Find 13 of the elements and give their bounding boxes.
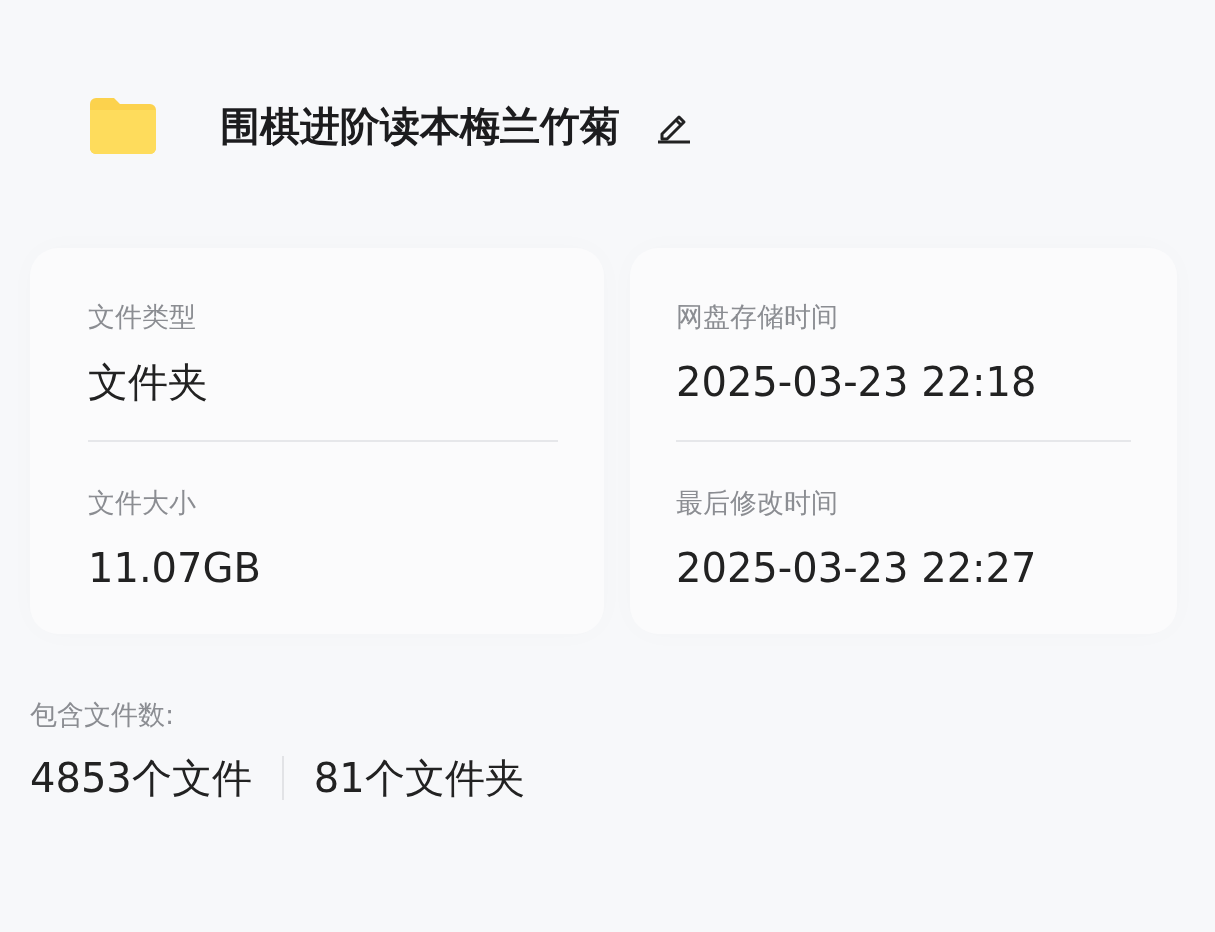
field-label: 文件类型 (88, 300, 197, 334)
field-value: 2025-03-23 22:18 (676, 358, 1038, 407)
field-label: 文件大小 (88, 486, 197, 520)
folder-icon (90, 98, 156, 154)
field-label: 网盘存储时间 (676, 300, 839, 334)
section-label: 包含文件数: (30, 698, 176, 732)
folder-title: 围棋进阶读本梅兰竹菊 (220, 101, 620, 151)
count-text: 81个文件夹 (313, 754, 525, 803)
field-value: 2025-03-23 22:27 (676, 544, 1038, 593)
count-text: 4853个文件 (30, 754, 252, 803)
field-value: 文件夹 (88, 358, 209, 407)
field-label: 最后修改时间 (676, 486, 839, 520)
field-value: 11.07GB (88, 544, 262, 593)
